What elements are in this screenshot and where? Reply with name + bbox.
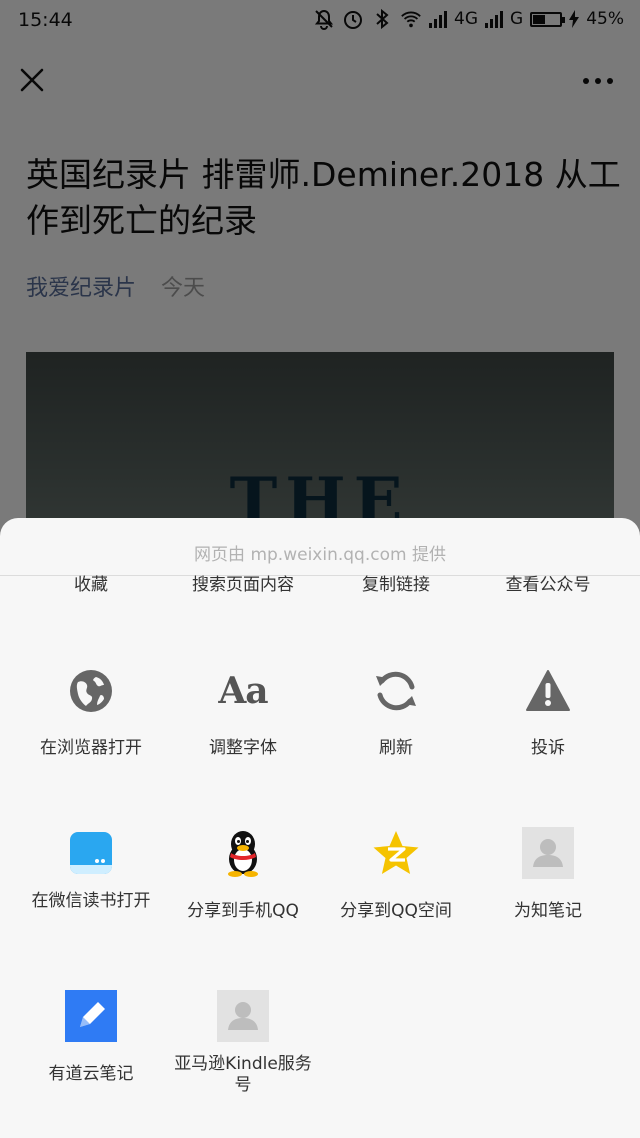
font-size-icon: Aa [218,670,268,712]
share-sheet: 网页由 mp.weixin.qq.com 提供 收藏 搜索页面内容 复制链接 查… [0,518,640,1138]
share-to-qq-button[interactable] [211,821,275,885]
weread-icon [70,832,112,874]
share-to-qq-label: 分享到手机QQ [187,901,299,921]
qzone-star-icon [373,831,419,874]
refresh-label: 刷新 [379,738,413,758]
open-in-browser-button[interactable] [59,659,123,723]
youdao-note-button[interactable] [59,984,123,1048]
top-action-row: 收藏 搜索页面内容 复制链接 查看公众号 [0,574,640,602]
copy-link-button[interactable]: 复制链接 [320,575,472,596]
qq-penguin-icon [228,831,258,877]
amazon-kindle-button[interactable] [211,984,275,1048]
share-to-qzone-button[interactable] [364,821,428,885]
view-account-button[interactable]: 查看公众号 [472,575,624,596]
youdao-note-icon [65,990,117,1042]
provider-note: 网页由 mp.weixin.qq.com 提供 [194,545,446,565]
report-button[interactable] [516,659,580,723]
open-in-browser-label: 在浏览器打开 [40,738,142,758]
amazon-kindle-label: 亚马逊Kindle服务号 [174,1054,312,1095]
refresh-button[interactable] [364,659,428,723]
adjust-font-label: 调整字体 [209,738,277,758]
favorite-button[interactable]: 收藏 [15,575,167,596]
refresh-icon [376,671,416,711]
report-label: 投诉 [531,738,565,758]
search-page-button[interactable]: 搜索页面内容 [167,575,319,596]
share-to-qzone-label: 分享到QQ空间 [340,901,452,921]
adjust-font-button[interactable]: Aa [211,659,275,723]
wiz-note-label: 为知笔记 [514,901,582,921]
wiz-note-button[interactable] [516,821,580,885]
youdao-note-label: 有道云笔记 [48,1064,134,1084]
globe-icon [70,670,112,712]
open-in-weread-label: 在微信读书打开 [31,891,151,911]
warning-icon [526,670,570,711]
placeholder-avatar-icon [522,827,574,879]
placeholder-avatar-icon [217,990,269,1042]
open-in-weread-button[interactable] [59,821,123,885]
